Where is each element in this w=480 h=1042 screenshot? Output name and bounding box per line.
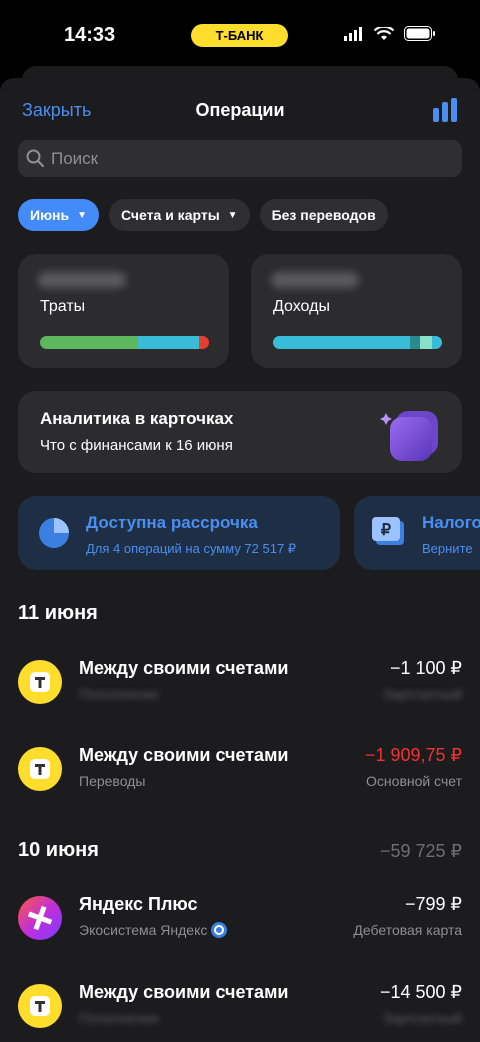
analytics-subtitle: Что с финансами к 16 июня [40, 437, 233, 454]
installment-title: Доступна рассрочка [86, 513, 258, 532]
operation-row[interactable]: Между своими счетами Пополнение −14 500 … [0, 976, 480, 1038]
operation-name: Между своими счетами [79, 658, 289, 678]
filter-accounts[interactable]: Счета и карты ▼ [109, 199, 250, 231]
bank-badge: Т-БАНК [191, 24, 288, 47]
operation-row[interactable]: Между своими счетами Пополнение −1 100 ₽… [0, 652, 480, 714]
income-label: Доходы [273, 298, 330, 315]
operation-category: Пополнение [79, 686, 159, 702]
pie-chart-icon [39, 518, 69, 548]
chevron-down-icon: ▼ [227, 209, 238, 221]
spending-card[interactable]: Траты [18, 254, 229, 368]
operation-name: Между своими счетами [79, 982, 289, 1002]
status-bar: 14:33 Т-БАНК [0, 0, 480, 70]
svg-text:₽: ₽ [381, 522, 391, 539]
operation-amount: −1 100 ₽ [389, 658, 462, 678]
day-total: −59 725 ₽ [379, 841, 462, 861]
spending-label: Траты [40, 298, 86, 315]
status-icons [344, 26, 436, 41]
filter-month-label: Июнь [30, 207, 70, 223]
bar-segment [431, 336, 442, 349]
filter-no-transfers-label: Без переводов [271, 207, 376, 223]
tax-subtitle: Верните [422, 541, 473, 556]
chevron-down-icon: ▼ [77, 209, 87, 221]
battery-icon [404, 26, 435, 41]
operation-amount: −1 909,75 ₽ [364, 745, 462, 765]
filter-month[interactable]: Июнь ▼ [18, 199, 99, 231]
spending-amount-hidden [38, 272, 126, 288]
date-header: 10 июня [18, 839, 99, 861]
tbank-logo-icon [18, 660, 62, 704]
operation-account: Зарплатный [382, 686, 462, 702]
income-card[interactable]: Доходы [251, 254, 462, 368]
operation-account: Зарплатный [382, 1010, 462, 1026]
operation-row[interactable]: Между своими счетами Переводы −1 909,75 … [0, 739, 480, 801]
analytics-title: Аналитика в карточках [40, 409, 234, 428]
filter-chips: Июнь ▼ Счета и карты ▼ Без переводов [18, 199, 388, 231]
filter-accounts-label: Счета и карты [121, 207, 220, 223]
operation-name: Между своими счетами [79, 745, 289, 765]
bar-segment [409, 336, 420, 349]
analytics-chart-icon[interactable] [432, 98, 458, 122]
cashback-badge-icon [211, 922, 228, 938]
operation-amount: −14 500 ₽ [379, 982, 462, 1002]
bar-segment [420, 336, 432, 349]
bar-segment [198, 336, 209, 349]
operations-sheet: Операции Закрыть Поиск Июнь ▼ Счета и ка… [0, 78, 480, 1042]
operation-account: Дебетовая карта [353, 922, 462, 938]
ruble-document-icon: ₽ [372, 517, 404, 545]
bar-segment [138, 336, 199, 349]
income-amount-hidden [271, 272, 359, 288]
installment-subtitle: Для 4 операций на сумму 72 517 ₽ [86, 541, 297, 556]
signal-icon [344, 26, 362, 41]
bar-segment [273, 336, 410, 349]
tbank-logo-icon [18, 984, 62, 1028]
yandex-plus-logo-icon [18, 896, 62, 940]
header: Операции Закрыть [0, 98, 480, 124]
operation-amount: −799 ₽ [405, 894, 462, 914]
operation-category-label: Экосистема Яндекс [79, 922, 208, 938]
installment-promo-card[interactable]: Доступна рассрочка Для 4 операций на сум… [18, 496, 340, 570]
close-button[interactable]: Закрыть [22, 100, 91, 121]
tax-title: Налоговый вычет [422, 513, 480, 532]
search-placeholder: Поиск [51, 149, 99, 168]
tax-promo-card[interactable]: ₽ Налоговый вычет Верните [354, 496, 480, 570]
income-bar [273, 336, 442, 349]
wifi-icon [374, 26, 394, 40]
tbank-logo-icon [18, 747, 62, 791]
search-icon [26, 149, 44, 167]
date-header: 11 июня [18, 602, 98, 624]
operation-row[interactable]: Яндекс Плюс Экосистема Яндекс −799 ₽ Деб… [0, 888, 480, 950]
cards-stack-icon [380, 411, 438, 461]
operation-name: Яндекс Плюс [79, 894, 198, 914]
operation-category: Пополнение [79, 1010, 159, 1026]
status-time: 14:33 [64, 24, 116, 46]
analytics-card[interactable]: Аналитика в карточках Что с финансами к … [18, 391, 462, 473]
filter-no-transfers[interactable]: Без переводов [259, 199, 388, 231]
operation-category: Переводы [79, 773, 146, 789]
operation-account: Основной счет [366, 773, 462, 789]
operation-category: Экосистема Яндекс [79, 922, 228, 938]
bar-segment [40, 336, 139, 349]
spending-bar [40, 336, 209, 349]
search-input[interactable]: Поиск [18, 140, 462, 177]
